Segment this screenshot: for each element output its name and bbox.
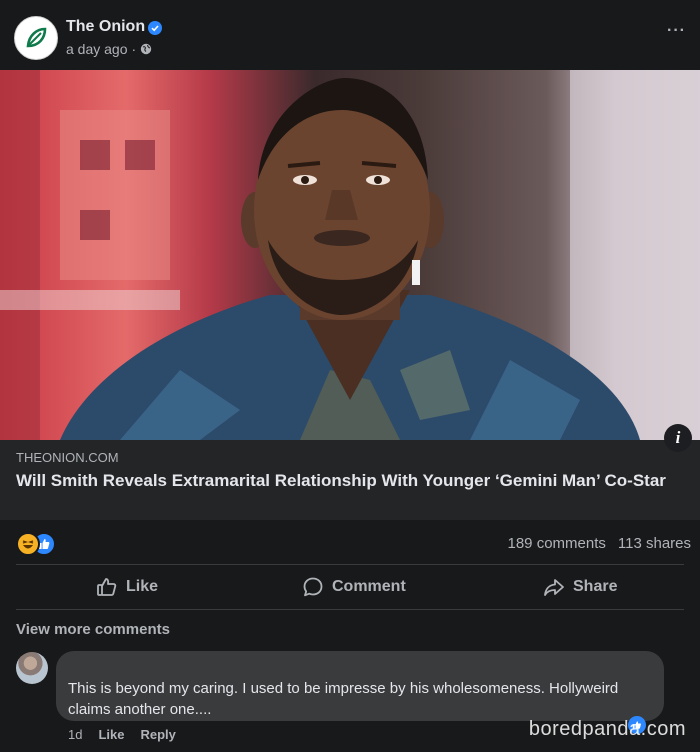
commenter-avatar[interactable] <box>16 652 48 684</box>
verified-badge-icon <box>148 21 162 35</box>
page-name[interactable]: The Onion <box>66 18 145 36</box>
thumbs-up-icon <box>97 578 117 596</box>
comment-button[interactable]: Comment <box>302 570 406 604</box>
view-more-comments-link[interactable]: View more comments <box>16 621 170 638</box>
post-time[interactable]: a day ago <box>66 41 128 57</box>
article-photo[interactable] <box>0 70 700 440</box>
divider <box>16 609 684 610</box>
onion-leaf-icon <box>20 22 52 54</box>
comment-label: Comment <box>332 578 406 595</box>
man-portrait-photo <box>0 70 700 440</box>
comment-reply-button[interactable]: Reply <box>140 727 175 742</box>
more-options-button[interactable]: ··· <box>667 22 686 40</box>
comment-bubble-icon <box>303 577 323 597</box>
engagement-counts: 189 comments 113 shares <box>508 535 692 552</box>
link-domain: THEONION.COM <box>16 450 119 465</box>
post-meta: a day ago · <box>66 41 152 57</box>
meta-separator: · <box>131 41 137 57</box>
divider <box>16 564 684 565</box>
like-label: Like <box>126 578 159 595</box>
watermark: boredpanda.com <box>528 718 686 740</box>
comment-text: This is beyond my caring. I used to be i… <box>68 680 619 718</box>
shares-count[interactable]: 113 shares <box>618 535 691 552</box>
post-header: The Onion a day ago · ··· <box>0 0 700 70</box>
share-arrow-icon <box>544 579 564 596</box>
like-button[interactable]: Like <box>96 570 158 604</box>
link-title[interactable]: Will Smith Reveals Extramarital Relation… <box>16 470 676 491</box>
comments-count[interactable]: 189 comments <box>508 535 606 552</box>
comment-like-button[interactable]: Like <box>98 727 124 742</box>
info-icon[interactable]: i <box>664 424 692 452</box>
page-avatar[interactable] <box>14 16 58 60</box>
comment-actions: 1d Like Reply <box>68 727 176 742</box>
share-button[interactable]: Share <box>543 570 617 604</box>
globe-icon <box>140 43 152 55</box>
comment-time[interactable]: 1d <box>68 727 82 742</box>
reaction-summary[interactable] <box>16 532 60 556</box>
share-label: Share <box>573 578 618 595</box>
haha-icon <box>16 532 40 556</box>
